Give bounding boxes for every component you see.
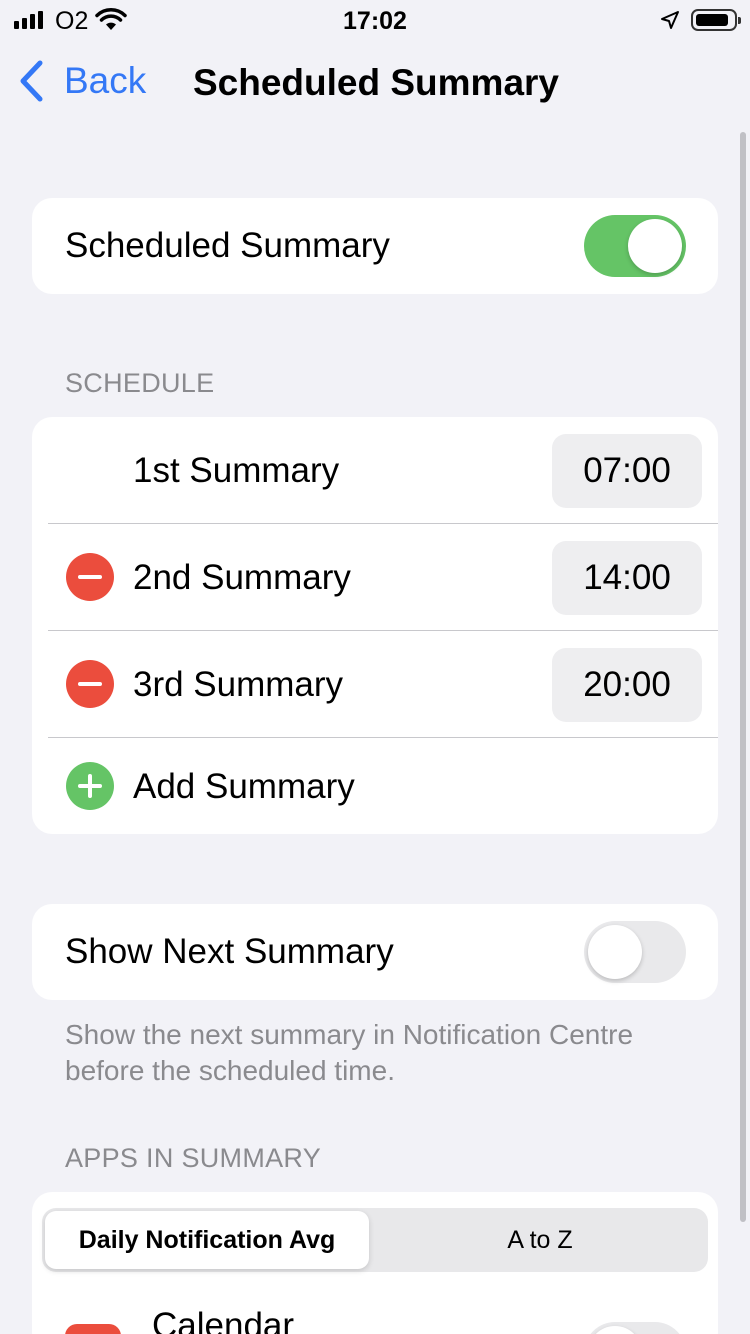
- summary-1-time[interactable]: 07:00: [552, 434, 702, 508]
- back-button[interactable]: Back: [18, 60, 146, 102]
- sort-segmented-control: Daily Notification Avg A to Z: [42, 1208, 708, 1272]
- schedule-row: 1st Summary 07:00: [32, 417, 718, 523]
- apps-card: Daily Notification Avg A to Z Calendar: [32, 1192, 718, 1334]
- add-summary-row[interactable]: Add Summary: [32, 738, 718, 834]
- battery-icon: [691, 9, 741, 31]
- back-label: Back: [64, 60, 147, 101]
- summary-2-label: 2nd Summary: [133, 558, 351, 597]
- scheduled-summary-toggle[interactable]: [584, 215, 686, 277]
- scheduled-summary-label: Scheduled Summary: [65, 226, 390, 265]
- screen: O2 17:02 Back Scheduled Summary Schedule…: [0, 0, 750, 1334]
- summary-1-label: 1st Summary: [133, 451, 340, 490]
- show-next-summary-toggle[interactable]: [584, 921, 686, 983]
- remove-summary-2-button[interactable]: [66, 553, 114, 601]
- apps-section-header: APPS IN SUMMARY: [65, 1143, 322, 1173]
- segment-a-to-z[interactable]: A to Z: [375, 1211, 705, 1269]
- show-next-summary-footer: Show the next summary in Notification Ce…: [65, 1019, 634, 1086]
- schedule-row: 3rd Summary 20:00: [32, 631, 718, 737]
- toggle-knob: [588, 1326, 642, 1334]
- scheduled-summary-card: Scheduled Summary: [32, 198, 718, 294]
- summary-3-time[interactable]: 20:00: [552, 648, 702, 722]
- schedule-row: 2nd Summary 14:00: [32, 524, 718, 630]
- scrollbar[interactable]: [740, 132, 746, 1222]
- segment-daily-notification-avg[interactable]: Daily Notification Avg: [45, 1211, 369, 1269]
- schedule-section-header: SCHEDULE: [65, 368, 215, 398]
- schedule-card: 1st Summary 07:00 2nd Summary 14:00 3rd …: [32, 417, 718, 834]
- calendar-toggle[interactable]: [584, 1322, 686, 1334]
- chevron-left-icon: [20, 60, 43, 102]
- navigation-bar: Back Scheduled Summary: [0, 50, 750, 120]
- summary-3-label: 3rd Summary: [133, 665, 344, 704]
- summary-2-time[interactable]: 14:00: [552, 541, 702, 615]
- location-arrow-icon: [661, 11, 679, 29]
- add-summary-label: Add Summary: [133, 767, 355, 806]
- page-title: Scheduled Summary: [193, 62, 560, 103]
- app-name-calendar: Calendar: [152, 1306, 295, 1334]
- remove-summary-3-button[interactable]: [66, 660, 114, 708]
- status-time: 17:02: [343, 7, 407, 35]
- toggle-knob: [588, 925, 642, 979]
- show-next-summary-card: Show Next Summary: [32, 904, 718, 1000]
- add-summary-button[interactable]: [66, 762, 114, 810]
- toggle-knob: [628, 219, 682, 273]
- status-bar: O2 17:02: [0, 0, 750, 40]
- calendar-app-icon: [65, 1324, 121, 1334]
- show-next-summary-label: Show Next Summary: [65, 932, 394, 971]
